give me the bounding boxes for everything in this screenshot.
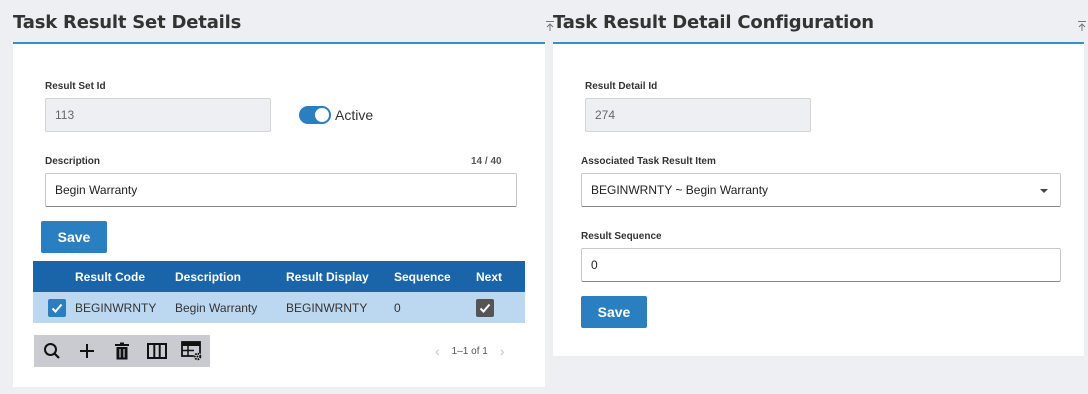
next-page-icon[interactable]: › (500, 343, 505, 359)
grid-settings-icon[interactable] (174, 335, 209, 367)
row-select-checkbox[interactable] (48, 298, 66, 317)
panel-title: Task Result Detail Configuration (553, 12, 874, 33)
result-set-id-field: 113 (45, 98, 271, 132)
table-toolbar (34, 335, 210, 367)
result-sequence-field[interactable]: 0 (581, 248, 1061, 282)
table-header-row: Result Code Description Result Display S… (33, 261, 525, 292)
cell-sequence: 0 (394, 292, 476, 323)
save-button[interactable]: Save (41, 221, 107, 253)
associated-item-select[interactable]: BEGINWRNTY ~ Begin Warranty (581, 173, 1061, 207)
panel-title: Task Result Set Details (13, 12, 242, 33)
header-next[interactable]: Next (476, 261, 525, 292)
columns-icon[interactable] (139, 335, 174, 367)
cell-description: Begin Warranty (175, 292, 286, 323)
result-detail-id-label: Result Detail Id (585, 81, 658, 92)
header-result-display[interactable]: Result Display (286, 261, 394, 292)
header-result-code[interactable]: Result Code (75, 261, 175, 292)
result-detail-id-field: 274 (585, 98, 811, 132)
header-description[interactable]: Description (175, 261, 286, 292)
panel-header: Task Result Detail Configuration (553, 0, 1087, 44)
description-counter: 14 / 40 (471, 156, 502, 167)
cell-result-code: BEGINWRNTY (75, 292, 175, 323)
results-table: Result Code Description Result Display S… (33, 261, 525, 323)
associated-item-label: Associated Task Result Item (581, 156, 716, 167)
task-result-set-panel: Task Result Set Details Result Set Id 11… (13, 0, 554, 394)
pager: ‹ 1–1 of 1 › (435, 343, 505, 359)
add-icon[interactable] (69, 335, 104, 367)
delete-icon[interactable] (104, 335, 139, 367)
cell-result-display: BEGINWRNTY (286, 292, 394, 323)
task-result-detail-panel: Task Result Detail Configuration Result … (553, 0, 1087, 394)
result-set-id-label: Result Set Id (45, 81, 106, 92)
panel-header: Task Result Set Details (13, 0, 554, 44)
next-checkbox[interactable] (476, 298, 494, 317)
save-button[interactable]: Save (581, 296, 647, 328)
checkmark-icon (479, 303, 491, 313)
collapse-icon[interactable] (1077, 20, 1087, 32)
description-label: Description (45, 156, 101, 167)
pager-text: 1–1 of 1 (451, 345, 488, 357)
row-select-cell (33, 292, 75, 323)
cell-next (476, 292, 525, 323)
header-sequence[interactable]: Sequence (394, 261, 476, 292)
result-sequence-label: Result Sequence (581, 231, 662, 242)
active-label: Active (335, 107, 374, 123)
chevron-down-icon (1040, 189, 1048, 193)
checkmark-icon (51, 303, 63, 313)
header-select (33, 261, 75, 292)
associated-item-value: BEGINWRNTY ~ Begin Warranty (591, 183, 769, 197)
active-toggle[interactable] (299, 106, 331, 124)
description-field[interactable]: Begin Warranty (45, 173, 517, 207)
table-row[interactable]: BEGINWRNTY Begin Warranty BEGINWRNTY 0 (33, 292, 525, 323)
panel-body: Result Set Id 113 Active Description 14 … (13, 44, 545, 387)
search-icon[interactable] (34, 335, 69, 367)
prev-page-icon[interactable]: ‹ (435, 343, 440, 359)
panel-body: Result Detail Id 274 Associated Task Res… (553, 44, 1084, 356)
